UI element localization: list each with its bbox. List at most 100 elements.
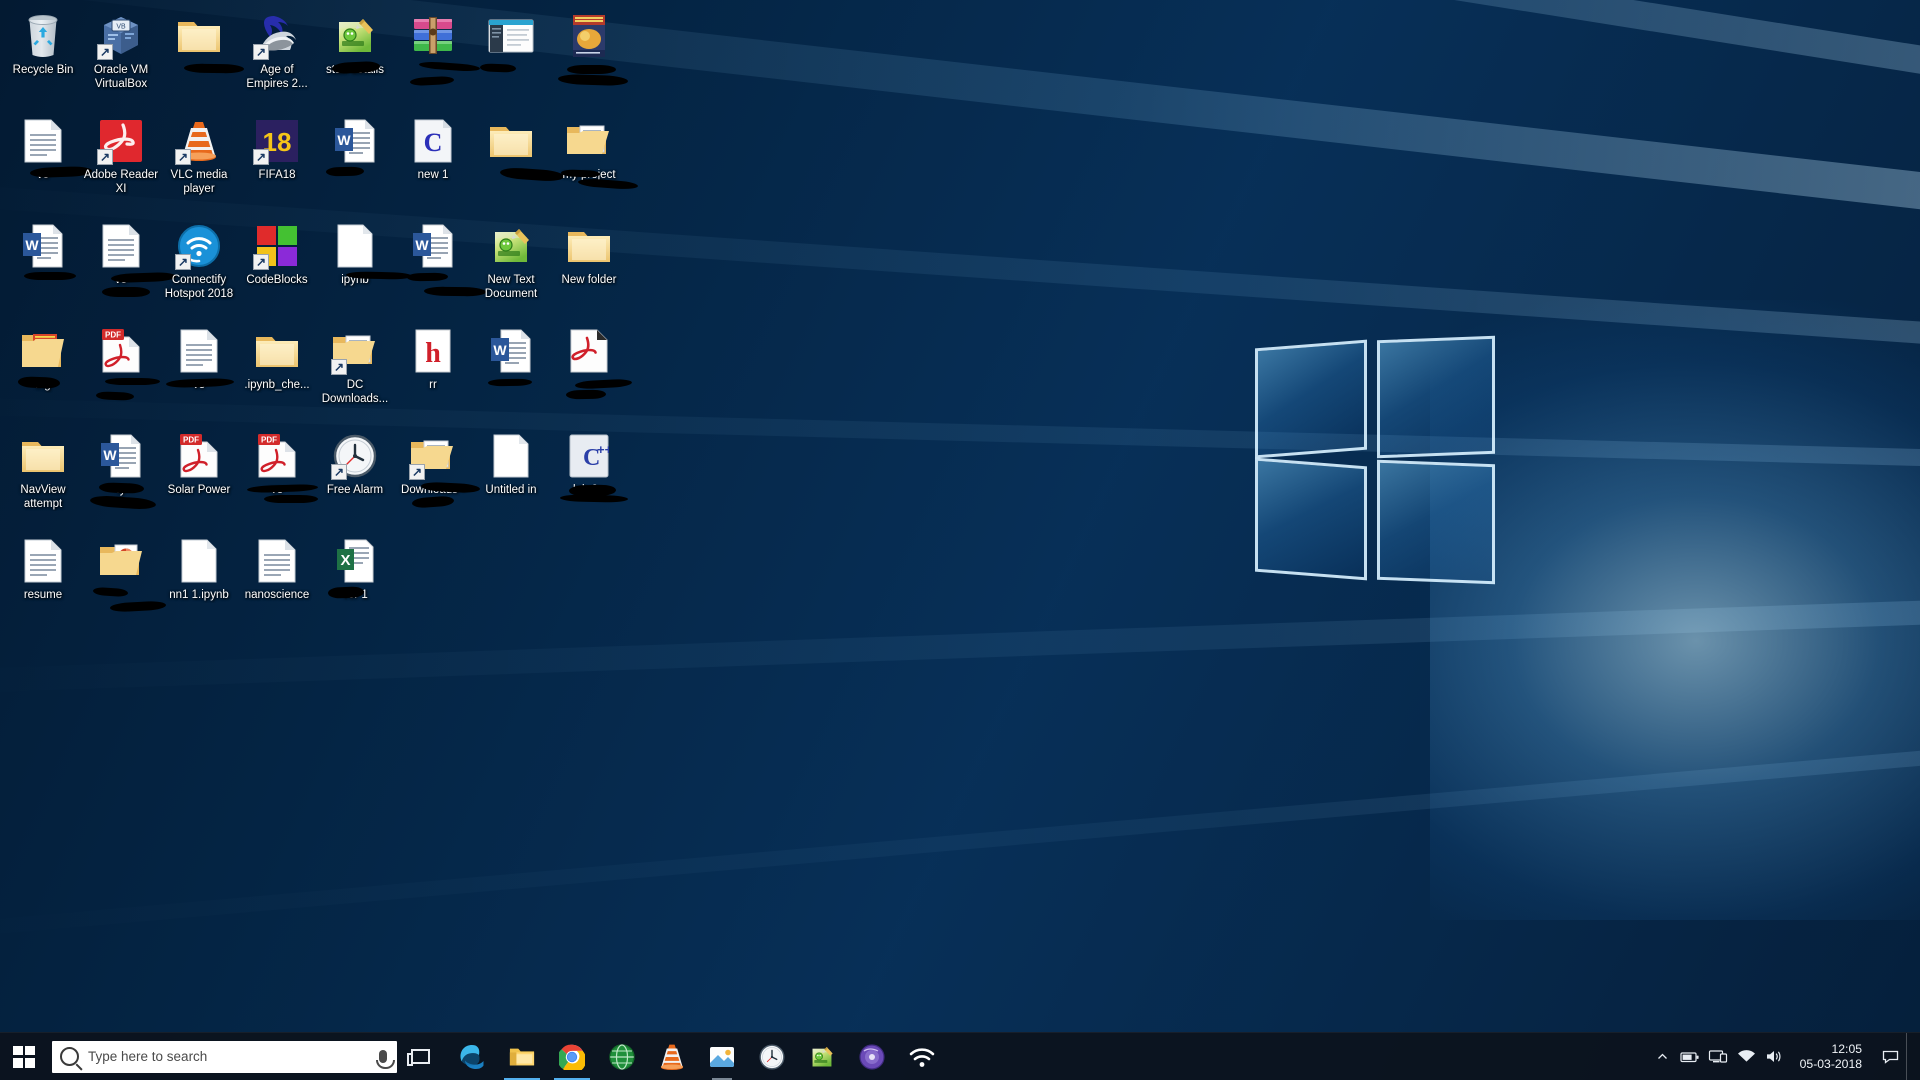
- desktop-icon[interactable]: DC Downloads...: [316, 319, 394, 424]
- wifi-icon[interactable]: [1732, 1033, 1760, 1080]
- desktop-icon[interactable]: [160, 4, 245, 109]
- battery-icon[interactable]: [1676, 1033, 1704, 1080]
- blank-document-icon: [331, 222, 379, 270]
- desktop-icon[interactable]: .ipynb_che...: [238, 319, 316, 424]
- taskbar-app-clock[interactable]: [747, 1033, 797, 1080]
- desktop-icon[interactable]: PDF Solar Power: [160, 424, 238, 529]
- document-icon: [19, 117, 67, 165]
- desktop-icon[interactable]: Untitled in: [472, 424, 550, 529]
- desktop-icon[interactable]: Recycle Bin: [4, 4, 82, 109]
- desktop-icon[interactable]: Downloads -: [394, 424, 481, 529]
- redaction-mark: [183, 63, 245, 74]
- taskbar-app-edge[interactable]: [447, 1033, 497, 1080]
- shortcut-arrow-icon: [253, 254, 269, 270]
- desktop-icon[interactable]: NavView attempt: [4, 424, 82, 529]
- desktop-icon[interactable]: C new 1: [394, 109, 472, 214]
- desktop-icon[interactable]: nanoscience: [238, 529, 316, 634]
- blank-document-icon: [175, 537, 223, 585]
- desktop-icon[interactable]: [550, 4, 629, 109]
- taskbar-app-media-disc[interactable]: [847, 1033, 897, 1080]
- desktop-icon[interactable]: stuff details: [316, 4, 394, 109]
- redaction-mark: [102, 287, 150, 297]
- desktop-icon-grid[interactable]: Recycle Bin VB Oracle VM VirtualBox: [0, 0, 690, 613]
- chevron-up-icon: [1657, 1053, 1667, 1059]
- desktop-icon[interactable]: ing: [4, 319, 82, 424]
- shortcut-arrow-icon: [175, 254, 191, 270]
- taskbar[interactable]: 12:05 05-03-2018: [0, 1032, 1920, 1080]
- shortcut-arrow-icon: [253, 44, 269, 60]
- desktop-icon[interactable]: ipynb: [316, 214, 413, 319]
- desktop-icon[interactable]: VLC media player: [160, 109, 238, 214]
- desktop-icon[interactable]: W: [4, 214, 82, 319]
- notepadpp-icon: [487, 222, 535, 270]
- redaction-mark: [487, 378, 533, 387]
- desktop-icon[interactable]: Free Alarm: [316, 424, 394, 529]
- svg-text:W: W: [25, 237, 39, 253]
- logo-pane: [1377, 459, 1495, 585]
- system-tray[interactable]: 12:05 05-03-2018: [1648, 1032, 1920, 1080]
- desktop-icon[interactable]: my project: [550, 109, 639, 214]
- desktop-icon[interactable]: 18 FIFA18: [238, 109, 316, 214]
- desktop-icon[interactable]: h rr: [394, 319, 472, 424]
- desktop-icon[interactable]: W: [472, 319, 550, 424]
- clock[interactable]: 12:05 05-03-2018: [1788, 1033, 1874, 1080]
- desktop-icon[interactable]: W fy: [82, 424, 160, 529]
- desktop-icon-label: resume: [23, 589, 63, 601]
- ppt-folder-icon: [97, 537, 145, 585]
- desktop-icon[interactable]: W: [316, 109, 394, 214]
- action-center-button[interactable]: [1874, 1033, 1906, 1080]
- desktop-icon[interactable]: [550, 319, 633, 424]
- desktop-icon[interactable]: Adobe Reader XI: [82, 109, 160, 214]
- show-desktop-button[interactable]: [1906, 1032, 1916, 1080]
- desktop-icon[interactable]: PDF: [82, 319, 160, 424]
- search-box[interactable]: [52, 1040, 397, 1073]
- microphone-icon[interactable]: [375, 1050, 395, 1069]
- tray-overflow-button[interactable]: [1648, 1033, 1676, 1080]
- desktop-icon[interactable]: ve: [160, 319, 238, 424]
- shortcut-arrow-icon: [97, 149, 113, 165]
- desktop-icon[interactable]: [472, 4, 550, 109]
- desktop-icon[interactable]: New folder: [550, 214, 628, 319]
- desktop-icon[interactable]: Age of Empires 2...: [238, 4, 316, 109]
- desktop-icon[interactable]: PDF ve: [238, 424, 319, 529]
- desktop-icon[interactable]: ve: [4, 109, 93, 214]
- desktop-icon[interactable]: nn1 1.ipynb: [160, 529, 238, 634]
- desktop-icon[interactable]: CodeBlocks: [238, 214, 316, 319]
- desktop-icon[interactable]: C ++ lab 2 -: [550, 424, 629, 529]
- taskbar-app-browser-globe[interactable]: [597, 1033, 647, 1080]
- desktop-icon[interactable]: X ver 1: [316, 529, 394, 634]
- desktop-icon-label: Connectify Hotspot 2018: [164, 274, 234, 300]
- c-source-file-icon: C: [409, 117, 457, 165]
- taskbar-app-file-explorer[interactable]: [497, 1033, 547, 1080]
- desktop-icon[interactable]: [82, 529, 167, 634]
- taskbar-app-vlc-cone[interactable]: [647, 1033, 697, 1080]
- speaker-icon[interactable]: [1760, 1033, 1788, 1080]
- start-button[interactable]: [0, 1033, 48, 1080]
- taskbar-app-notepadpp[interactable]: [797, 1033, 847, 1080]
- desktop-icon[interactable]: Connectify Hotspot 2018: [160, 214, 238, 319]
- taskbar-app-photos[interactable]: [697, 1033, 747, 1080]
- svg-text:W: W: [415, 237, 429, 253]
- redaction-mark: [565, 389, 607, 400]
- desktop-icon[interactable]: New Text Document: [472, 214, 550, 319]
- word-document-icon: W: [19, 222, 67, 270]
- redaction-mark: [92, 586, 129, 598]
- fifa18-icon: 18: [253, 117, 301, 165]
- task-view-button[interactable]: [397, 1033, 443, 1080]
- taskbar-app-chrome[interactable]: [547, 1033, 597, 1080]
- svg-text:W: W: [337, 132, 351, 148]
- desktop-icon[interactable]: W: [394, 214, 487, 319]
- svg-text:++: ++: [597, 442, 609, 457]
- desktop-icon[interactable]: [472, 109, 565, 214]
- search-input[interactable]: [88, 1049, 379, 1064]
- document-icon: [97, 222, 145, 270]
- taskbar-app-list[interactable]: [447, 1033, 947, 1080]
- desktop-icon[interactable]: [394, 4, 481, 109]
- network-monitor-icon[interactable]: [1704, 1033, 1732, 1080]
- desktop-icon[interactable]: ve: [82, 214, 177, 319]
- desktop-icon[interactable]: VB Oracle VM VirtualBox: [82, 4, 160, 109]
- desktop-icon[interactable]: resume: [4, 529, 82, 634]
- taskbar-app-wifi-app[interactable]: [897, 1033, 947, 1080]
- desktop-icon-label: nanoscience: [244, 589, 310, 601]
- desktop-icon-label: Recycle Bin: [12, 64, 74, 76]
